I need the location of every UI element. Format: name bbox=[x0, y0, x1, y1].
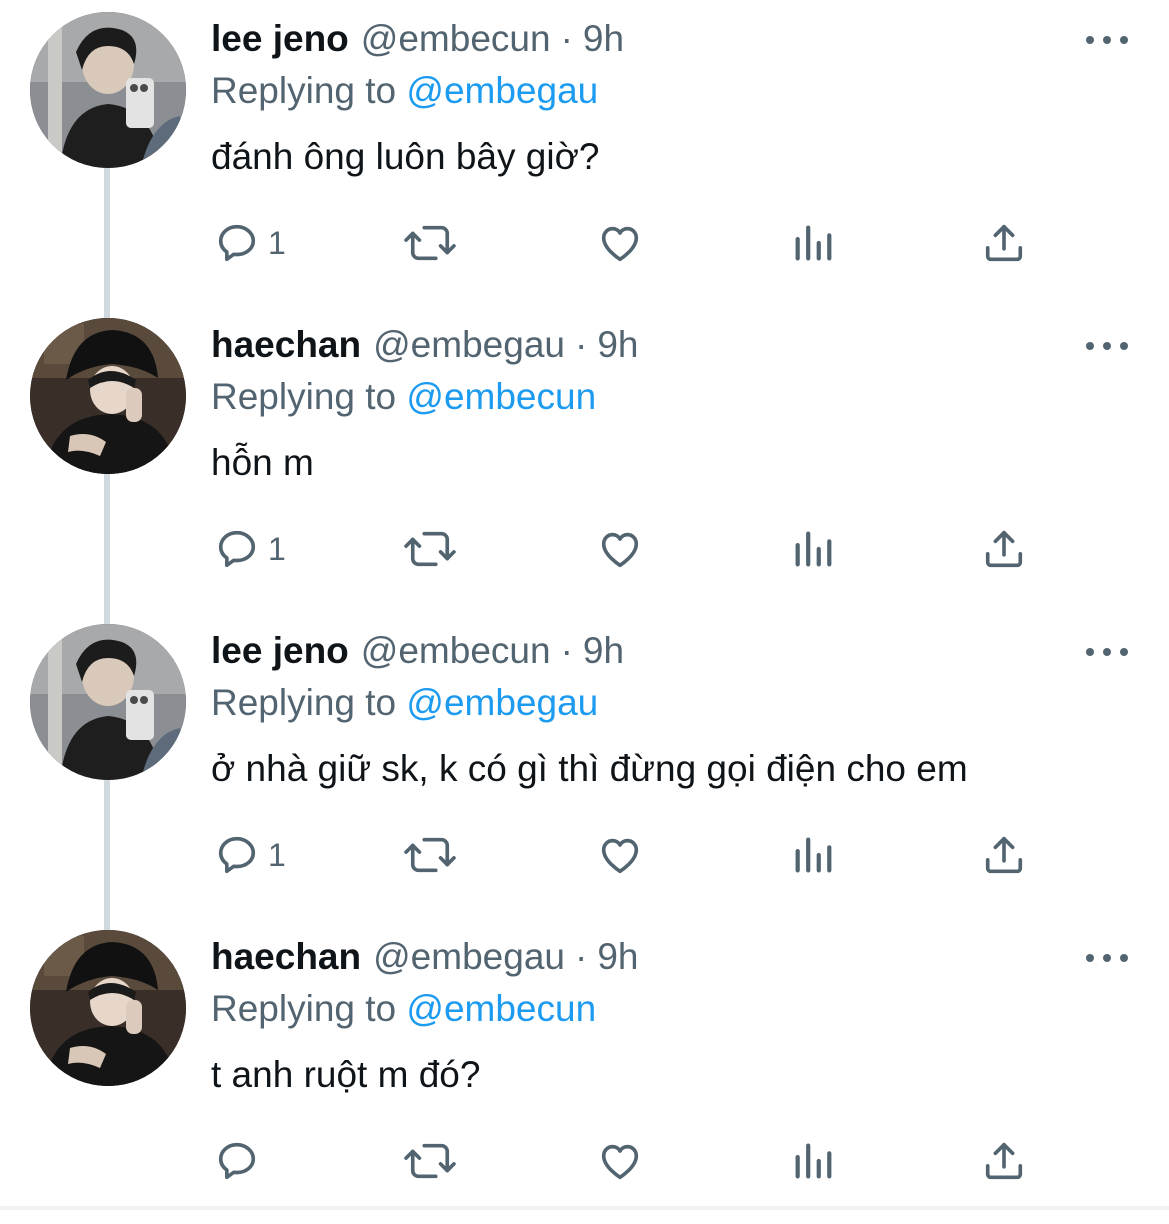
mention-link[interactable]: @embecun bbox=[406, 376, 596, 417]
like-button[interactable] bbox=[596, 524, 644, 574]
analytics-icon bbox=[795, 531, 832, 567]
like-icon bbox=[601, 1144, 639, 1180]
share-icon bbox=[985, 530, 1023, 568]
reply-icon bbox=[218, 224, 256, 262]
tweet-actions: 1 bbox=[0, 218, 1169, 268]
replying-to-label: Replying to bbox=[211, 682, 397, 723]
separator-dot: · bbox=[560, 18, 573, 59]
retweet-button[interactable] bbox=[402, 524, 458, 574]
retweet-icon bbox=[404, 837, 456, 873]
like-icon bbox=[601, 838, 639, 874]
mention-link[interactable]: @embecun bbox=[406, 988, 596, 1029]
share-button[interactable] bbox=[980, 524, 1028, 574]
replying-to: Replying to @embecun bbox=[211, 376, 596, 418]
tweet-header: haechan @embegau · 9h bbox=[211, 936, 638, 982]
timestamp[interactable]: 9h bbox=[583, 18, 624, 60]
reply-count: 1 bbox=[268, 224, 286, 261]
tweet-header: lee jeno @embecun · 9h bbox=[211, 630, 624, 676]
like-button[interactable] bbox=[596, 830, 644, 880]
reply-icon bbox=[218, 530, 256, 568]
reply-icon bbox=[218, 1142, 256, 1180]
reply-icon bbox=[218, 836, 256, 874]
analytics-button[interactable] bbox=[790, 830, 836, 880]
timestamp[interactable]: 9h bbox=[583, 630, 624, 672]
replying-to-label: Replying to bbox=[211, 988, 397, 1029]
reply-count: 1 bbox=[268, 530, 286, 567]
tweet-thread: lee jeno @embecun · 9h Replying to @embe… bbox=[0, 0, 1169, 1210]
user-handle[interactable]: @embegau bbox=[373, 936, 565, 978]
analytics-icon bbox=[795, 225, 832, 261]
reply-button[interactable]: 1 bbox=[214, 218, 286, 268]
separator-dot: · bbox=[560, 630, 573, 671]
share-button[interactable] bbox=[980, 218, 1028, 268]
reply-button[interactable]: 1 bbox=[214, 524, 286, 574]
replying-to: Replying to @embecun bbox=[211, 988, 596, 1030]
display-name[interactable]: haechan bbox=[211, 936, 361, 978]
more-options-icon[interactable] bbox=[1086, 30, 1128, 50]
replying-to-label: Replying to bbox=[211, 376, 397, 417]
tweet-actions: 1 bbox=[0, 830, 1169, 880]
share-icon bbox=[985, 836, 1023, 874]
replying-to-label: Replying to bbox=[211, 70, 397, 111]
retweet-button[interactable] bbox=[402, 1136, 458, 1186]
timestamp[interactable]: 9h bbox=[597, 936, 638, 978]
tweet-actions bbox=[0, 1136, 1169, 1186]
more-options-icon[interactable] bbox=[1086, 336, 1128, 356]
reply-button[interactable] bbox=[214, 1136, 268, 1186]
mention-link[interactable]: @embegau bbox=[406, 682, 598, 723]
display-name[interactable]: haechan bbox=[211, 324, 361, 366]
tweet-header: lee jeno @embecun · 9h bbox=[211, 18, 624, 64]
separator-dot: · bbox=[574, 936, 588, 977]
share-button[interactable] bbox=[980, 830, 1028, 880]
tweet-text: t anh ruột m đó? bbox=[211, 1054, 481, 1095]
more-options-icon[interactable] bbox=[1086, 948, 1128, 968]
tweet[interactable]: lee jeno @embecun · 9h Replying to @embe… bbox=[0, 0, 1169, 306]
tweet-text: ở nhà giữ sk, k có gì thì đừng gọi điện … bbox=[211, 748, 968, 789]
tweet[interactable]: haechan @embegau · 9h Replying to @embec… bbox=[0, 918, 1169, 1224]
tweet[interactable]: haechan @embegau · 9h Replying to @embec… bbox=[0, 306, 1169, 612]
timestamp[interactable]: 9h bbox=[597, 324, 638, 366]
bottom-divider bbox=[0, 1206, 1169, 1210]
share-icon bbox=[985, 224, 1023, 262]
avatar[interactable] bbox=[30, 930, 186, 1086]
avatar[interactable] bbox=[30, 624, 186, 780]
tweet-header: haechan @embegau · 9h bbox=[211, 324, 638, 370]
retweet-button[interactable] bbox=[402, 218, 458, 268]
analytics-icon bbox=[795, 837, 832, 873]
retweet-icon bbox=[404, 225, 456, 261]
retweet-button[interactable] bbox=[402, 830, 458, 880]
share-button[interactable] bbox=[980, 1136, 1028, 1186]
replying-to: Replying to @embegau bbox=[211, 70, 598, 112]
tweet[interactable]: lee jeno @embecun · 9h Replying to @embe… bbox=[0, 612, 1169, 918]
analytics-button[interactable] bbox=[790, 1136, 836, 1186]
analytics-button[interactable] bbox=[790, 218, 836, 268]
avatar[interactable] bbox=[30, 318, 186, 474]
tweet-text: hỗn m bbox=[211, 442, 314, 483]
mention-link[interactable]: @embegau bbox=[406, 70, 598, 111]
analytics-button[interactable] bbox=[790, 524, 836, 574]
user-handle[interactable]: @embegau bbox=[373, 324, 565, 366]
reply-button[interactable]: 1 bbox=[214, 830, 286, 880]
display-name[interactable]: lee jeno bbox=[211, 630, 349, 672]
like-button[interactable] bbox=[596, 218, 644, 268]
share-icon bbox=[985, 1142, 1023, 1180]
avatar[interactable] bbox=[30, 12, 186, 168]
separator-dot: · bbox=[574, 324, 588, 365]
more-options-icon[interactable] bbox=[1086, 642, 1128, 662]
like-icon bbox=[601, 532, 639, 568]
replying-to: Replying to @embegau bbox=[211, 682, 598, 724]
tweet-actions: 1 bbox=[0, 524, 1169, 574]
user-handle[interactable]: @embecun bbox=[361, 18, 551, 60]
like-button[interactable] bbox=[596, 1136, 644, 1186]
like-icon bbox=[601, 226, 639, 262]
analytics-icon bbox=[795, 1143, 832, 1179]
tweet-text: đánh ông luôn bây giờ? bbox=[211, 136, 600, 177]
display-name[interactable]: lee jeno bbox=[211, 18, 349, 60]
user-handle[interactable]: @embecun bbox=[361, 630, 551, 672]
retweet-icon bbox=[404, 1143, 456, 1179]
retweet-icon bbox=[404, 531, 456, 567]
reply-count: 1 bbox=[268, 836, 286, 873]
